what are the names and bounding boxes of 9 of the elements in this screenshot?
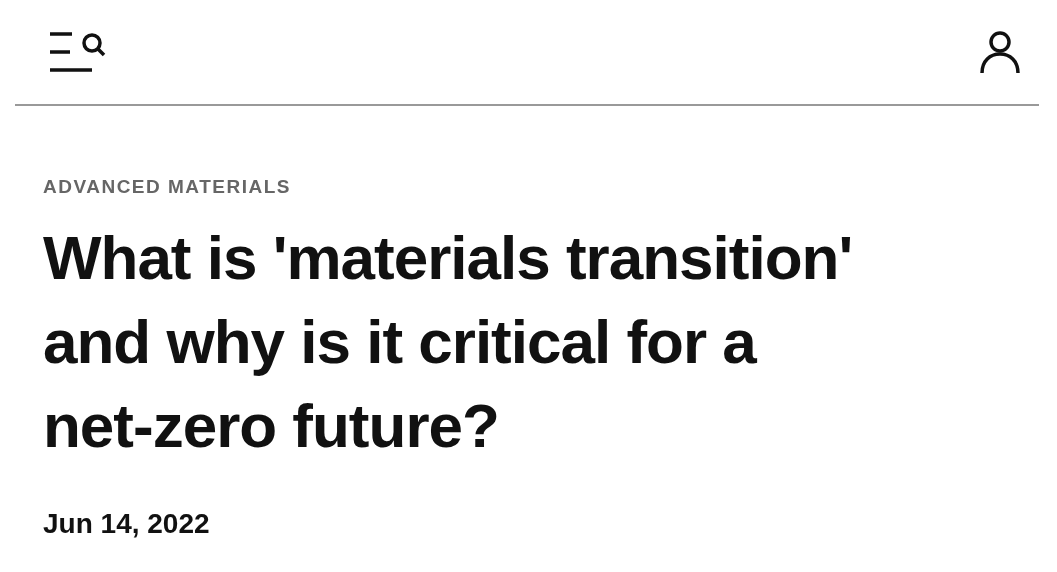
- title-line: net-zero future?: [43, 390, 499, 462]
- title-line: What is 'materials transition': [43, 222, 853, 294]
- user-icon: [979, 30, 1021, 74]
- menu-search-button[interactable]: [48, 31, 106, 73]
- title-line: and why is it critical for a: [43, 306, 756, 378]
- account-button[interactable]: [979, 30, 1021, 74]
- menu-search-icon: [48, 31, 106, 73]
- category-label: ADVANCED MATERIALS: [43, 176, 292, 198]
- article-date: Jun 14, 2022: [43, 508, 211, 540]
